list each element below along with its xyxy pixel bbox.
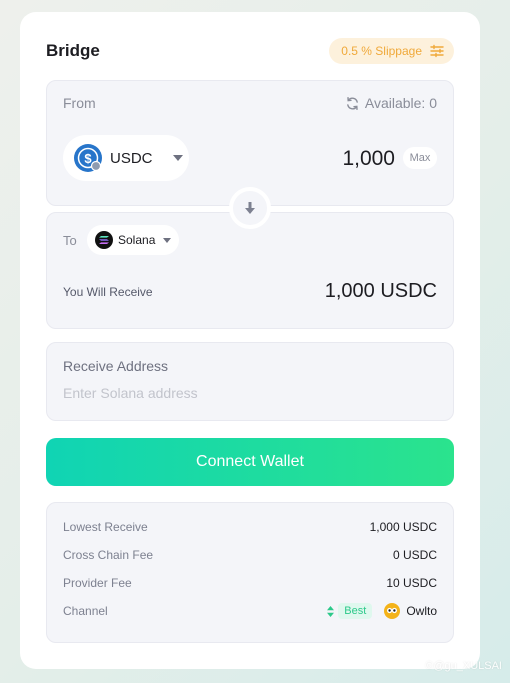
- receive-address-input[interactable]: [63, 385, 433, 401]
- provider-name: Owlto: [406, 604, 437, 618]
- slippage-button[interactable]: 0.5 % Slippage: [329, 38, 454, 64]
- to-panel: To Solana You Will Receive 1,000 USDC: [46, 212, 454, 329]
- detail-label: Lowest Receive: [63, 520, 148, 534]
- receive-label: You Will Receive: [63, 285, 153, 299]
- usdc-icon: $: [74, 144, 102, 172]
- svg-text:$: $: [84, 151, 92, 166]
- chevron-down-icon: [172, 155, 183, 161]
- detail-row: Lowest Receive 1,000 USDC: [63, 518, 437, 536]
- connect-wallet-button[interactable]: Connect Wallet: [46, 438, 454, 486]
- channel-label: Channel: [63, 604, 108, 618]
- chevron-down-icon: [163, 237, 172, 243]
- swap-direction-button[interactable]: [229, 187, 271, 229]
- bridge-card: Bridge 0.5 % Slippage From Available: 0: [20, 12, 480, 669]
- available-balance: Available: 0: [345, 95, 437, 111]
- receive-value: 1,000 USDC: [324, 280, 437, 302]
- amount-input[interactable]: 1,000: [342, 147, 395, 171]
- owlto-logo-icon: [384, 603, 401, 619]
- detail-value: 0 USDC: [392, 548, 437, 562]
- receive-address-panel: Receive Address: [46, 342, 454, 421]
- solana-icon: [95, 231, 113, 249]
- slippage-label: 0.5 % Slippage: [341, 44, 422, 58]
- token-selector[interactable]: $ USDC: [63, 135, 189, 181]
- detail-row: Provider Fee 10 USDC: [63, 574, 437, 592]
- watermark: ©@gu_XULSAI: [425, 660, 502, 672]
- settings-sliders-icon: [430, 44, 444, 58]
- best-tag: Best: [327, 603, 373, 619]
- detail-label: Cross Chain Fee: [63, 548, 154, 562]
- page-title: Bridge: [46, 41, 100, 60]
- detail-row: Cross Chain Fee 0 USDC: [63, 546, 437, 564]
- best-badge: Best: [338, 603, 373, 619]
- from-label: From: [63, 95, 96, 111]
- chain-name: Solana: [118, 233, 156, 247]
- detail-label: Provider Fee: [63, 576, 132, 590]
- detail-value: 10 USDC: [386, 576, 437, 590]
- chain-selector[interactable]: Solana: [87, 225, 180, 255]
- available-text: Available: 0: [364, 95, 437, 111]
- max-button[interactable]: Max: [403, 147, 437, 169]
- sort-arrows-icon: [327, 605, 335, 617]
- channel-selector[interactable]: Best Owlto: [327, 603, 437, 619]
- to-label: To: [63, 233, 77, 248]
- token-name: USDC: [110, 149, 153, 167]
- receive-address-label: Receive Address: [63, 358, 169, 374]
- refresh-icon[interactable]: [345, 96, 360, 111]
- channel-row: Channel Best Owlto: [63, 602, 437, 620]
- details-panel: Lowest Receive 1,000 USDC Cross Chain Fe…: [46, 502, 454, 643]
- arrow-down-icon: [245, 202, 255, 214]
- detail-value: 1,000 USDC: [369, 520, 437, 534]
